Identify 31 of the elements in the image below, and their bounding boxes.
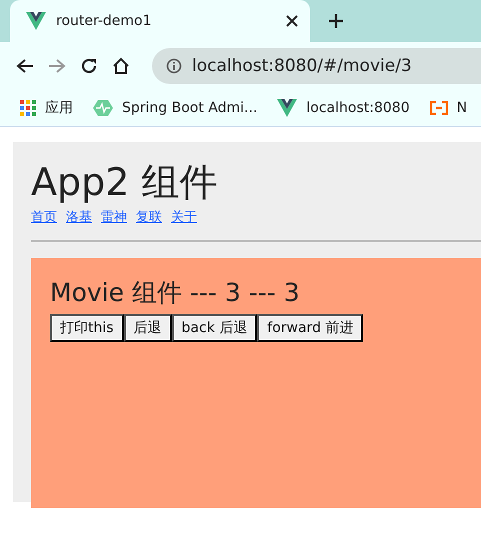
url-text: localhost:8080/#/movie/3 (192, 56, 412, 76)
nav-link[interactable]: 洛基 (66, 208, 92, 226)
action-button[interactable]: forward 前进 (257, 314, 364, 342)
info-icon (166, 58, 182, 74)
apps-grid-icon (20, 100, 36, 116)
action-button[interactable]: back 后退 (172, 314, 258, 342)
new-tab-icon[interactable] (328, 13, 344, 29)
movie-heading: Movie 组件 --- 3 --- 3 (50, 277, 301, 309)
address-bar[interactable]: localhost:8080/#/movie/3 (152, 48, 481, 84)
nav-link[interactable]: 雷神 (101, 208, 127, 226)
bookmark[interactable]: localhost:8080 (277, 99, 410, 117)
bracket-icon (430, 101, 448, 115)
bookmark[interactable]: 应用 (20, 99, 73, 117)
vue-logo-icon (277, 99, 298, 117)
pulse-hexagon-icon (93, 99, 113, 117)
bookmark[interactable]: N (430, 100, 468, 116)
browser-tab[interactable]: router-demo1 (10, 0, 310, 42)
vue-logo-icon (26, 12, 46, 30)
back-icon[interactable] (16, 58, 34, 74)
reload-icon[interactable] (80, 57, 98, 75)
action-button[interactable]: 打印this (50, 314, 124, 342)
home-icon[interactable] (112, 57, 130, 75)
bookmark[interactable]: Spring Boot Admi... (93, 99, 258, 117)
nav-link[interactable]: 关于 (171, 208, 197, 226)
app-title: App2 组件 (31, 159, 218, 206)
close-icon[interactable] (286, 15, 298, 27)
nav-link[interactable]: 复联 (136, 208, 162, 226)
nav-link[interactable]: 首页 (31, 208, 57, 226)
tab-title: router-demo1 (56, 13, 153, 29)
forward-icon[interactable] (48, 58, 66, 74)
action-button[interactable]: 后退 (124, 314, 172, 342)
